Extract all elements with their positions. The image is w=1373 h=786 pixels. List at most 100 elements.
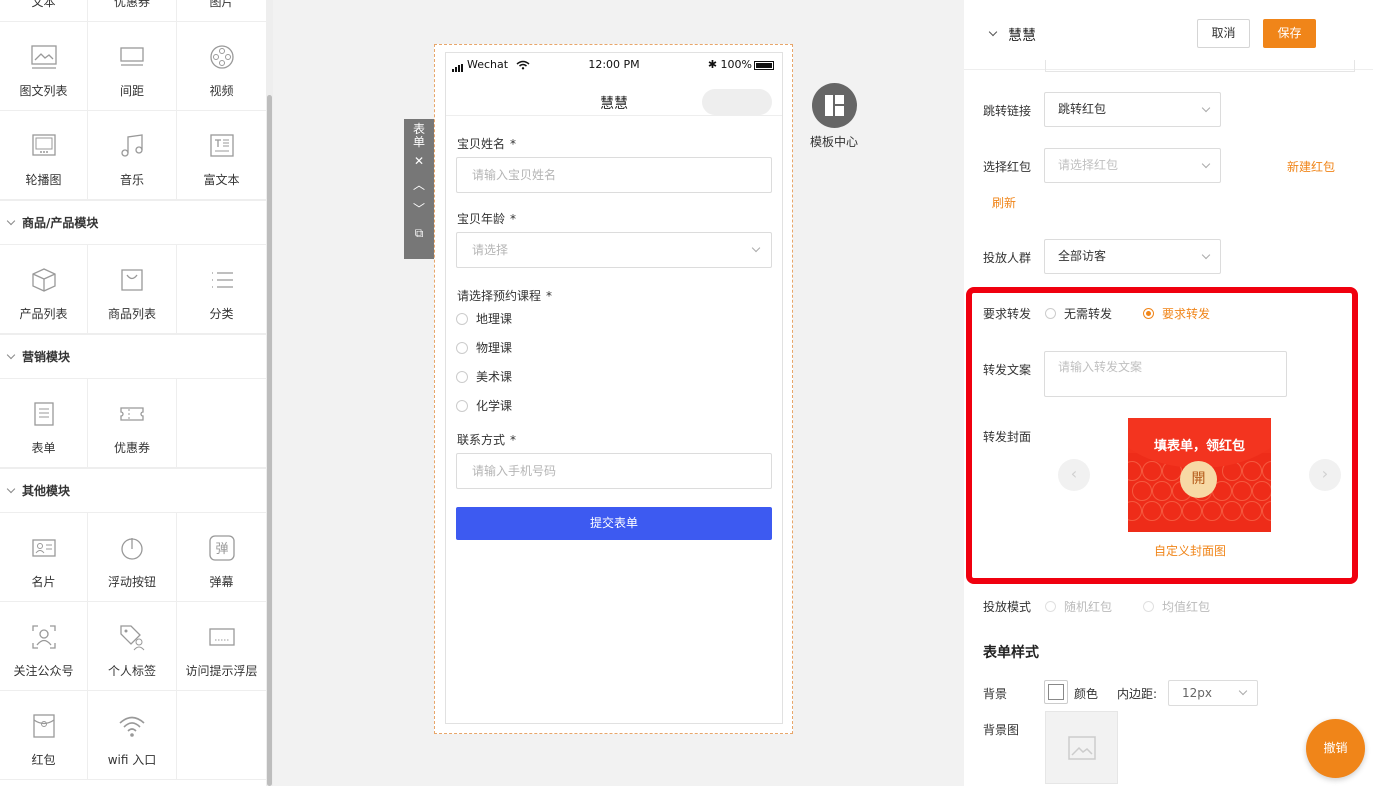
open-button-icon: 開 (1180, 461, 1217, 498)
module-image[interactable]: 图片 (177, 0, 266, 22)
module-rich-text[interactable]: 富文本 (177, 111, 266, 200)
forward-yes-radio[interactable]: 要求转发 (1143, 305, 1210, 322)
background-label: 背景 (983, 687, 1008, 701)
module-follow-account[interactable]: 关注公众号 (0, 602, 88, 691)
color-swatch (1048, 684, 1064, 700)
toolbar-form-label: 表单 (412, 122, 425, 149)
course-option-art[interactable]: 美术课 (456, 368, 512, 385)
forward-no-radio[interactable]: 无需转发 (1045, 305, 1112, 322)
phone-number-input[interactable]: 请输入手机号码 (456, 453, 772, 489)
module-business-card[interactable]: 名片 (0, 513, 88, 602)
chevron-right-icon: › (1321, 464, 1329, 483)
module-grid-product: 产品列表 商品列表 分类 (0, 245, 266, 334)
module-coupon-top[interactable]: 优惠券 (88, 0, 177, 22)
scrollbar-thumb[interactable] (267, 95, 272, 786)
template-center-label: 模板中心 (809, 135, 858, 149)
redpacket-select[interactable]: 请选择红包 (1044, 148, 1221, 183)
id-card-icon (31, 539, 56, 557)
module-wifi[interactable]: wifi 入口 (88, 691, 177, 780)
form-icon (33, 402, 54, 426)
jump-link-select[interactable]: 跳转红包 (1044, 92, 1221, 127)
tag-user-icon (120, 625, 145, 651)
module-redpacket[interactable]: 红包 (0, 691, 88, 780)
module-empty-slot (177, 379, 266, 468)
radio-icon (1045, 308, 1056, 319)
course-option-physics[interactable]: 物理课 (456, 339, 512, 356)
module-grid-other: 名片 浮动按钮 弹 弹幕 关注公众号 个人标签 访问提示浮层 红包 wifi 入… (0, 513, 266, 780)
module-personal-tag[interactable]: 个人标签 (88, 602, 177, 691)
copy-icon[interactable]: ⧉ (404, 221, 434, 245)
field-label-contact: 联系方式 * (457, 433, 517, 447)
module-grid-top: 文本 优惠券 图片 图文列表 间距 视频 轮播图 音乐 富文本 (0, 0, 266, 200)
module-panel-scrollbar[interactable] (266, 0, 273, 786)
module-spacing[interactable]: 间距 (88, 22, 177, 111)
forward-text-textarea[interactable]: 请输入转发文案 (1044, 351, 1287, 397)
barrage-icon: 弹 (208, 535, 235, 561)
refresh-link[interactable]: 刷新 (992, 194, 1016, 211)
chevron-down-icon (6, 350, 16, 360)
custom-cover-link[interactable]: 自定义封面图 (1154, 542, 1226, 559)
radio-icon (456, 399, 468, 412)
module-image-text-list[interactable]: 图文列表 (0, 22, 88, 111)
phone-preview-frame[interactable]: Wechat 12:00 PM ✱ 100% 慧慧 宝贝姓名 * 请输入宝贝姓名 … (434, 44, 793, 734)
background-image-upload[interactable] (1045, 711, 1118, 784)
select-redpacket-label: 选择红包 (983, 160, 1032, 174)
template-center-button[interactable]: 模板中心 (808, 83, 860, 150)
forward-cover-image[interactable]: 填表单，领红包 開 (1128, 418, 1271, 532)
new-redpacket-link[interactable]: 新建红包 (1287, 158, 1335, 175)
forward-required-label: 要求转发 (983, 307, 1032, 321)
template-grid-icon (811, 83, 857, 128)
form-style-title: 表单样式 (983, 645, 1039, 661)
save-button[interactable]: 保存 (1263, 19, 1316, 48)
cover-next-button[interactable]: › (1309, 459, 1341, 491)
section-other[interactable]: 其他模块 (0, 468, 266, 513)
section-marketing[interactable]: 营销模块 (0, 334, 266, 379)
move-up-icon[interactable]: ︿ (404, 173, 434, 197)
cover-prev-button[interactable]: ‹ (1058, 459, 1090, 491)
cancel-button[interactable]: 取消 (1197, 19, 1250, 48)
battery-percent: 100% (720, 58, 752, 71)
chevron-down-icon (6, 216, 16, 226)
module-barrage[interactable]: 弹 弹幕 (177, 513, 266, 602)
forward-cover-label: 转发封面 (983, 430, 1032, 444)
audience-select[interactable]: 全部访客 (1044, 239, 1221, 274)
module-goods-list[interactable]: 商品列表 (88, 245, 177, 334)
color-picker[interactable] (1044, 680, 1068, 704)
module-float-button[interactable]: 浮动按钮 (88, 513, 177, 602)
module-product-list[interactable]: 产品列表 (0, 245, 88, 334)
close-icon[interactable]: ✕ (404, 149, 434, 173)
shopping-bag-icon (121, 269, 143, 291)
name-input[interactable]: 请输入宝贝姓名 (456, 157, 772, 193)
music-note-icon (121, 134, 143, 157)
mini-program-capsule[interactable] (702, 89, 772, 115)
module-text[interactable]: 文本 (0, 0, 88, 22)
status-bar: Wechat 12:00 PM ✱ 100% (446, 53, 782, 75)
module-coupon[interactable]: 优惠券 (88, 379, 177, 468)
ticket-icon (120, 407, 144, 421)
padding-select[interactable]: 12px (1168, 680, 1258, 706)
collapse-chevron-icon[interactable] (988, 27, 998, 37)
divider (446, 115, 782, 116)
cover-title: 填表单，领红包 (1153, 439, 1245, 454)
module-video[interactable]: 视频 (177, 22, 266, 111)
padding-label: 内边距: (1117, 687, 1158, 701)
mode-random-radio[interactable]: 随机红包 (1045, 598, 1112, 615)
module-music[interactable]: 音乐 (88, 111, 177, 200)
module-carousel[interactable]: 轮播图 (0, 111, 88, 200)
module-visit-tip[interactable]: 访问提示浮层 (177, 602, 266, 691)
submit-form-button[interactable]: 提交表单 (456, 507, 772, 540)
mode-equal-radio[interactable]: 均值红包 (1143, 598, 1210, 615)
radio-icon (1045, 601, 1056, 612)
user-frame-icon (31, 625, 56, 649)
settings-title: 慧慧 (1008, 28, 1036, 44)
move-down-icon[interactable]: ﹀ (404, 197, 434, 221)
age-select[interactable]: 请选择 (456, 232, 772, 268)
undo-button[interactable]: 撤销 (1306, 719, 1365, 778)
color-label: 颜色 (1074, 687, 1099, 701)
course-option-geography[interactable]: 地理课 (456, 310, 512, 327)
course-option-chemistry[interactable]: 化学课 (456, 397, 512, 414)
module-form[interactable]: 表单 (0, 379, 88, 468)
section-product[interactable]: 商品/产品模块 (0, 200, 266, 245)
module-category[interactable]: 分类 (177, 245, 266, 334)
field-label-age: 宝贝年龄 * (457, 212, 517, 226)
